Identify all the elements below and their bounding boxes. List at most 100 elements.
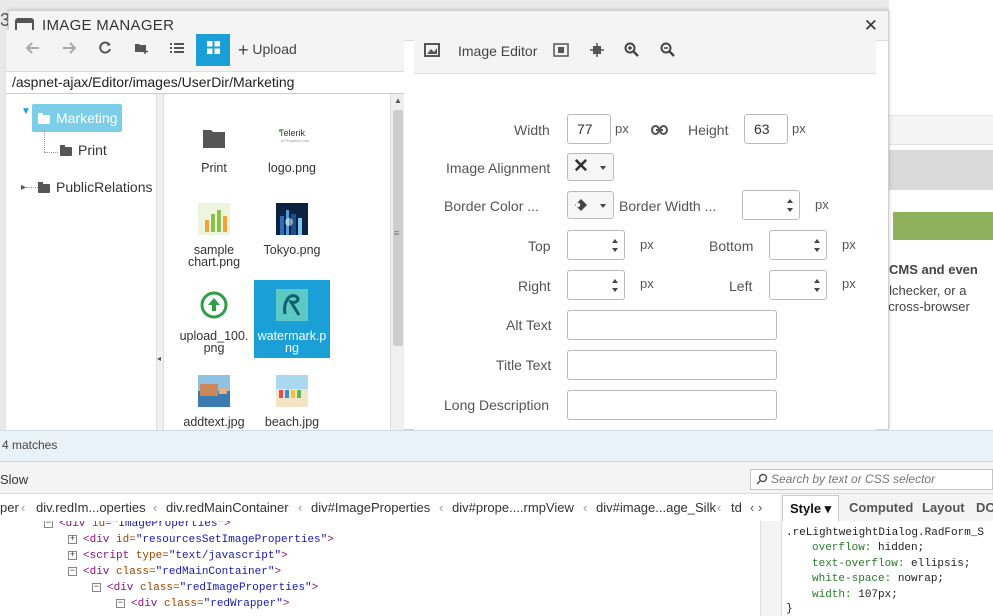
dom-node-line[interactable]: + <div id="resourcesSetImageProperties"> [68,534,334,546]
file-grid: Print Telerika Progress company logo.png… [164,94,390,430]
devtools-splitter[interactable] [760,521,782,616]
left-label: Left [729,278,753,294]
image-editor-button[interactable]: Image Editor [458,43,537,59]
telerik-logo-icon: Telerika Progress company [275,120,318,154]
title-text-label: Title Text [496,357,552,373]
css-property[interactable]: white-space: nowrap; [812,573,944,585]
css-property[interactable]: overflow: hidden; [812,542,924,554]
collapse-node-icon[interactable]: − [44,521,53,528]
plus-icon: + [238,40,249,60]
right-label: Right [518,278,551,294]
breadcrumb-item[interactable]: div#image...age_Silk [596,500,716,515]
breadcrumb-item[interactable]: div#ImageProperties [311,500,430,515]
expand-node-icon[interactable]: + [68,534,77,544]
height-input[interactable]: 63 [744,114,788,144]
breadcrumb-item[interactable]: td [731,500,742,515]
breadcrumb-item[interactable]: div.redMainContainer [166,500,289,515]
bottom-margin-input[interactable] [769,230,827,260]
list-view-icon[interactable] [160,34,194,66]
upload-label: Upload [252,41,297,57]
chart-thumbnail [197,202,231,236]
tab-style[interactable]: Style ▾ [782,495,840,522]
expand-arrow-icon[interactable]: ▼ [21,106,31,117]
collapse-node-icon[interactable]: − [116,598,125,608]
breadcrumb-item[interactable]: div.redIm...operties [36,500,146,515]
image-alignment-dropdown[interactable]: ✕ [567,153,614,181]
tab-computed[interactable]: Computed [849,500,913,515]
width-input[interactable]: 77 [567,114,611,144]
collapse-node-icon[interactable]: − [92,582,101,592]
file-item-print[interactable]: Print [176,120,252,174]
folder-tree: ▼ Marketing Print ▸ PublicRelations [6,94,156,430]
back-icon[interactable] [16,34,50,66]
grid-view-icon[interactable] [196,34,230,66]
zoom-in-icon[interactable] [624,42,640,61]
border-width-input[interactable] [742,190,800,220]
long-description-label: Long Description [444,397,550,413]
css-property[interactable]: width: 107px; [812,589,898,601]
long-description-input[interactable] [567,390,777,420]
dom-node-line[interactable]: + <script type="text/javascript"> [68,550,288,562]
tree-item-marketing[interactable]: Marketing [38,110,117,126]
path-bar: /aspnet-ajax/Editor/images/UserDir/Marke… [6,72,404,94]
file-item-tokyo[interactable]: Tokyo.png [254,202,330,256]
file-item-watermark[interactable]: watermark.p ng [254,280,330,358]
css-rules-panel: .reLightweightDialog.RadForm_S overflow: … [782,521,993,616]
breadcrumb-item[interactable]: per [0,500,19,515]
top-margin-input[interactable] [567,230,625,260]
collapse-node-icon[interactable]: − [68,566,77,576]
left-unit: px [842,276,856,291]
background-text-line-2: ellchecker, or a [879,283,967,298]
tab-layout[interactable]: Layout [922,500,965,515]
left-margin-input[interactable] [769,270,827,300]
best-fit-icon[interactable] [553,43,569,60]
border-color-picker[interactable] [567,191,614,219]
expand-node-icon[interactable]: + [68,550,77,560]
folder-icon [38,181,50,193]
width-unit: px [615,121,629,136]
actual-size-icon[interactable] [589,42,605,61]
zoom-out-icon[interactable] [660,42,676,61]
svg-text:Telerik: Telerik [279,128,306,138]
forward-icon[interactable] [52,34,86,66]
beach-thumbnail [275,374,309,408]
refresh-icon[interactable] [88,34,122,66]
border-color-label: Border Color ... [444,198,539,214]
file-item-upload[interactable]: upload_100. png [176,288,252,354]
file-toolbar: + Upload [6,30,404,72]
dom-node-line[interactable]: − <div id="ImageProperties"> [44,521,231,530]
watermark-thumbnail [275,288,309,322]
top-label: Top [528,238,551,254]
folder-icon [197,120,231,154]
file-item-addtext[interactable]: addtext.jpg [176,374,252,428]
background-content: CMS and even ellchecker, or a t cross-br… [879,0,993,430]
editor-toolbar: Image Editor [414,30,876,74]
breadcrumb-scroll-icon[interactable]: ‹ › [750,500,762,515]
breadcrumb-item[interactable]: div#prope....rmpView [452,500,574,515]
height-unit: px [792,121,806,136]
alt-text-input[interactable] [567,310,777,340]
dom-node-line[interactable]: − <div class="redMainContainer"> [68,566,281,578]
file-item-beach[interactable]: beach.jpg [254,374,330,428]
file-grid-scrollbar[interactable]: ▲ ≡ [390,94,404,430]
dom-search-input[interactable]: Search by text or CSS selector [750,469,993,490]
style-panel-tabs: Style ▾ Computed Layout DO [780,493,993,522]
dom-node-line[interactable]: − <div class="redImageProperties"> [92,582,318,594]
tree-item-print[interactable]: Print [60,142,107,158]
dom-node-line[interactable]: − <div class="redWrapper"> [116,598,289,610]
tab-dom[interactable]: DO [976,500,993,515]
file-item-sample-chart[interactable]: sample chart.png [176,202,252,268]
dom-breadcrumb: per ‹ div.redIm...operties ‹ div.redMain… [0,493,780,521]
tree-item-publicrelations[interactable]: PublicRelations [38,179,153,195]
constrain-proportions-icon[interactable] [651,122,668,138]
new-folder-icon[interactable] [124,34,158,66]
bottom-unit: px [842,237,856,252]
css-rule-close: } [786,603,793,615]
upload-button[interactable]: + Upload [238,40,297,61]
right-margin-input[interactable] [567,270,625,300]
file-item-logo[interactable]: Telerika Progress company logo.png [254,120,330,174]
paint-bucket-icon [573,198,589,215]
css-property[interactable]: text-overflow: ellipsis; [812,558,970,570]
title-text-input[interactable] [567,350,777,380]
pane-splitter[interactable]: ◂ [156,94,164,430]
